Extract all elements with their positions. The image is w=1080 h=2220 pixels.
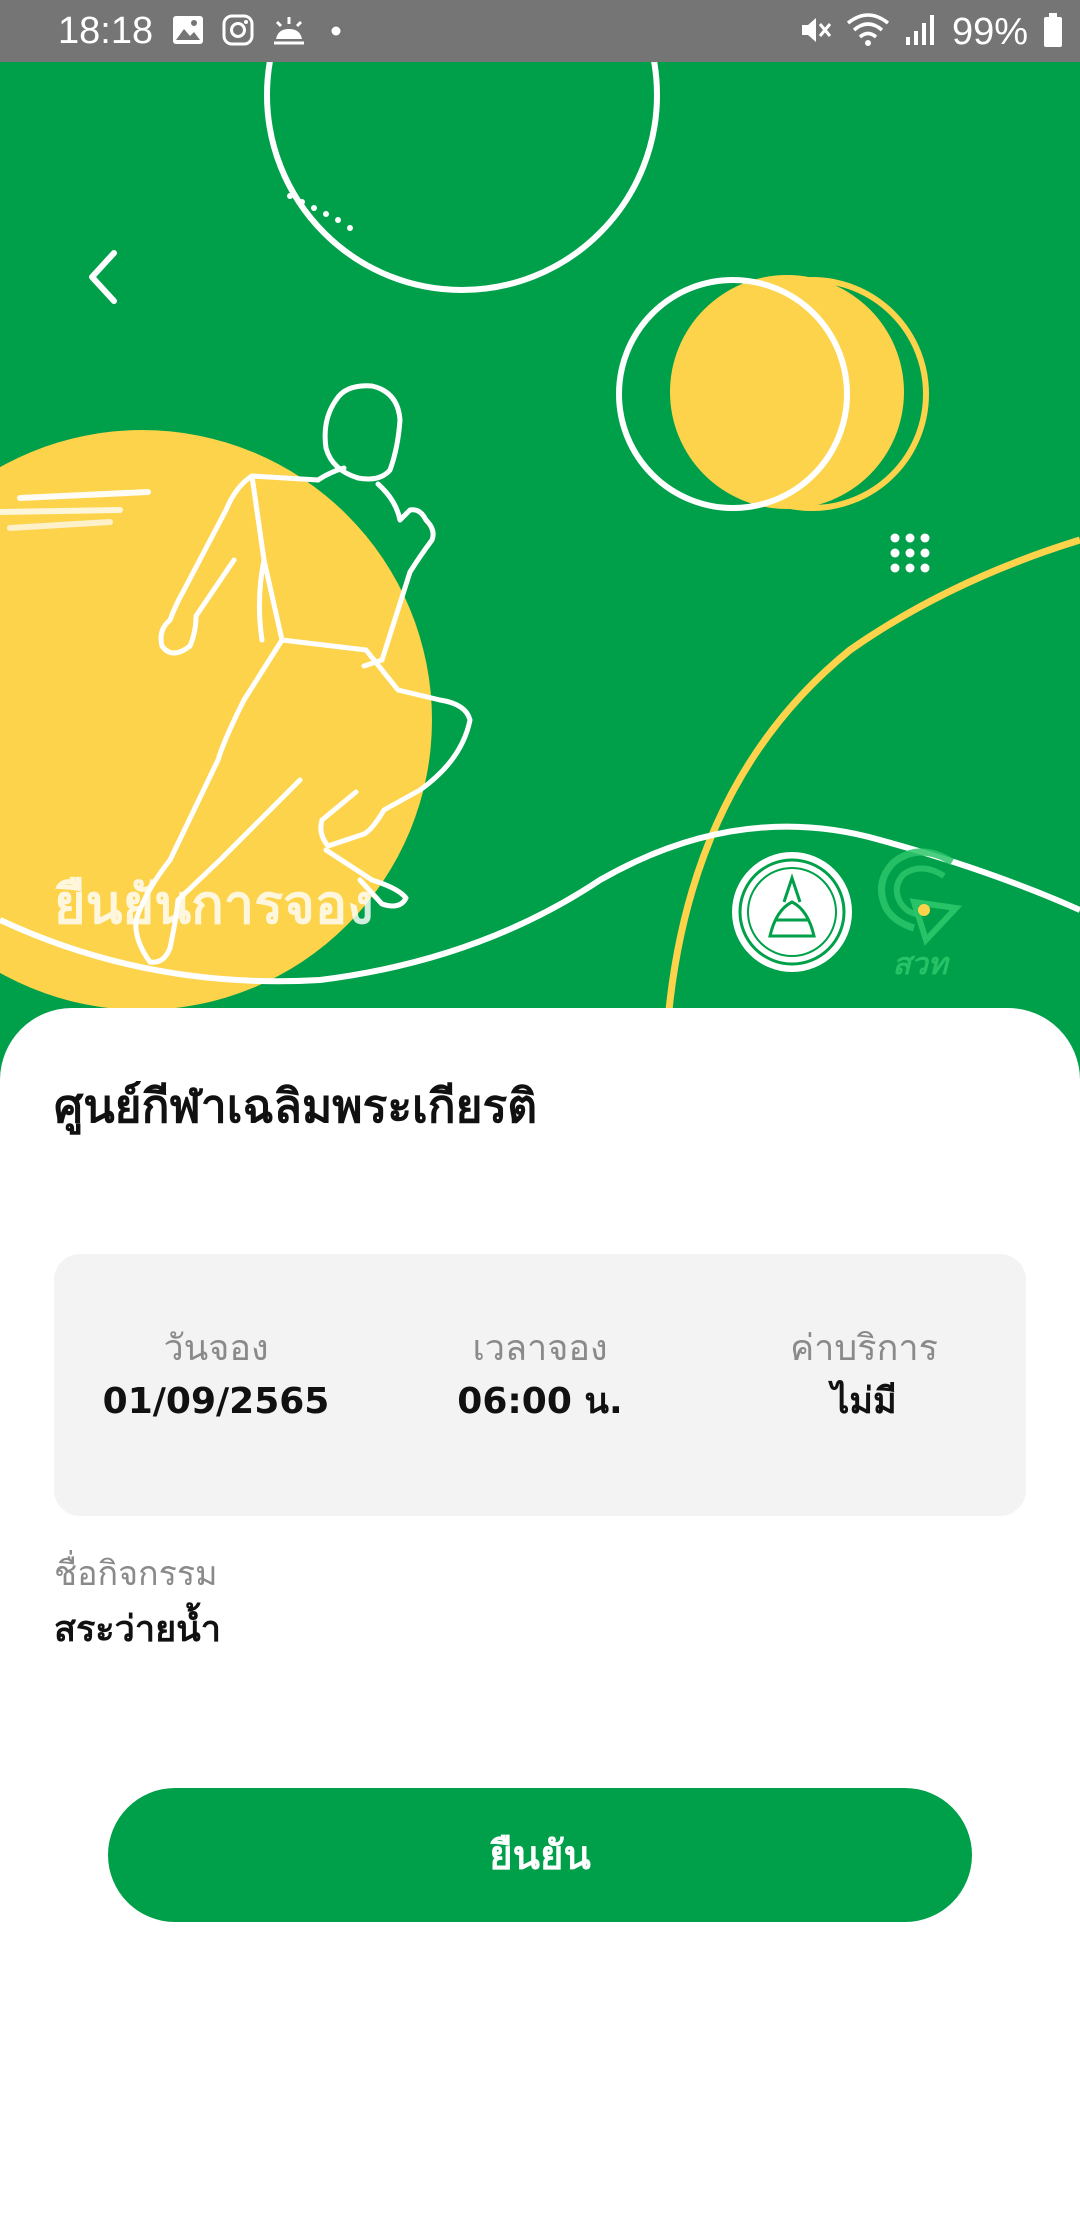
booking-date-value: 01/09/2565 (102, 1381, 330, 1422)
battery-percent: 99% (951, 11, 1028, 53)
mute-icon (798, 13, 832, 51)
service-fee: ค่าบริการ ไม่มี (702, 1326, 1026, 1430)
booking-time-value: 06:00 น. (457, 1381, 623, 1422)
booking-time-label: เวลาจอง (472, 1328, 608, 1369)
back-button[interactable] (66, 232, 138, 322)
dot-icon (324, 15, 348, 49)
page-title: ยืนยันการจอง (54, 873, 374, 936)
hero-banner: ยืนยันการจอง สวท (0, 62, 1080, 1102)
weather-icon (272, 15, 306, 49)
status-time: 18:18 (58, 10, 154, 52)
confirm-button[interactable]: ยืนยัน (108, 1788, 972, 1922)
gallery-icon (172, 15, 204, 49)
service-fee-value: ไม่มี (831, 1381, 897, 1422)
instagram-icon (222, 14, 254, 50)
booking-info-card: วันจอง 01/09/2565 เวลาจอง 06:00 น. ค่าบร… (54, 1254, 1026, 1516)
bangkok-seal-logo (732, 852, 852, 972)
logos: สวท (730, 842, 970, 982)
venue-name: ศูนย์กีฬาเฉลิมพระเกียรติ (54, 1079, 538, 1133)
chevron-left-icon (89, 250, 117, 304)
activity-label: ชื่อกิจกรรม (54, 1554, 218, 1594)
notification-icons (172, 14, 348, 50)
status-bar: 18:18 99% (0, 0, 1080, 62)
booking-sheet: ศูนย์กีฬาเฉลิมพระเกียรติ วันจอง 01/09/25… (0, 1008, 1080, 2220)
booking-date-label: วันจอง (163, 1328, 269, 1369)
activity-name: สระว่ายน้ำ (54, 1609, 221, 1650)
logo-text: สวท (893, 947, 951, 982)
wifi-icon (846, 13, 890, 51)
signal-icon (904, 13, 938, 51)
booking-date: วันจอง 01/09/2565 (54, 1326, 378, 1430)
system-icons: 99% (798, 12, 1064, 52)
booking-time: เวลาจอง 06:00 น. (378, 1326, 702, 1430)
service-fee-label: ค่าบริการ (790, 1328, 938, 1369)
sport-center-logo: สวท (878, 848, 963, 982)
battery-icon (1042, 12, 1064, 52)
